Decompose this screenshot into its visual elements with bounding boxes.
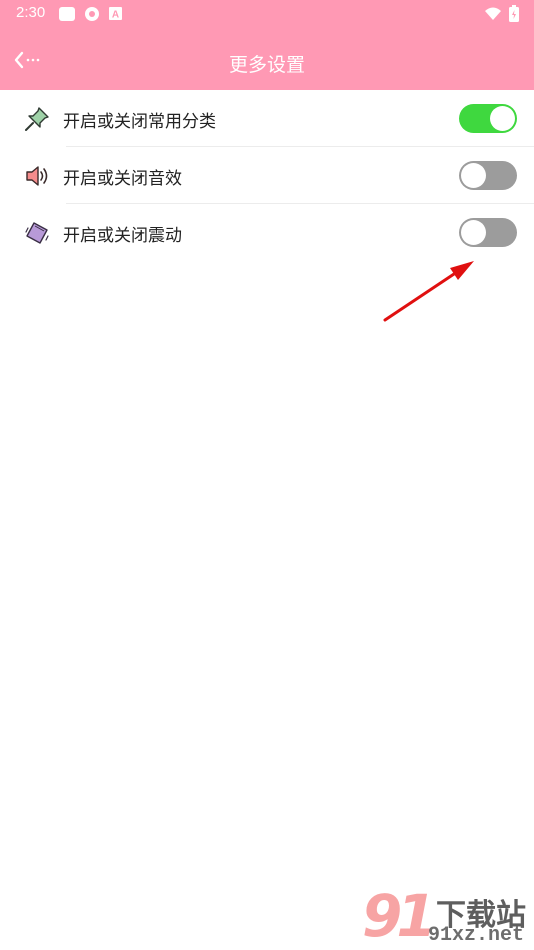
notification-square-icon: [59, 7, 75, 21]
toggle-knob: [490, 106, 515, 131]
page-title: 更多设置: [228, 54, 305, 76]
notification-a-icon: A: [109, 7, 122, 21]
status-time: 2:30: [16, 4, 46, 21]
setting-row-vibrate: 开启或关闭震动: [0, 204, 534, 261]
toggle-knob: [461, 220, 486, 245]
setting-row-sound: 开启或关闭音效: [0, 147, 534, 204]
annotation-arrow-icon: [383, 261, 474, 322]
setting-label: 开启或关闭音效: [63, 169, 182, 189]
toggle-common-category[interactable]: [459, 104, 517, 133]
phone-vibrate-icon: [25, 222, 49, 244]
speaker-icon: [26, 166, 48, 186]
watermark-logo: 91 下载站 91xz.net: [362, 882, 534, 950]
svg-text:A: A: [112, 10, 119, 21]
setting-label: 开启或关闭震动: [63, 226, 182, 246]
battery-icon: [509, 5, 519, 22]
settings-list: 开启或关闭常用分类 开启或关闭音效 开启或关闭震动: [0, 90, 534, 261]
toggle-sound[interactable]: [459, 161, 517, 190]
toggle-vibrate[interactable]: [459, 218, 517, 247]
app-bar: 更多设置: [0, 28, 534, 90]
watermark-domain: 91xz.net: [428, 924, 525, 947]
notification-gear-icon: [85, 7, 99, 21]
status-bar: 2:30 A: [0, 0, 534, 28]
watermark-number: 91: [362, 882, 437, 950]
toggle-knob: [461, 163, 486, 188]
wifi-icon: [485, 7, 501, 20]
setting-label: 开启或关闭常用分类: [63, 112, 216, 132]
status-right: [484, 5, 520, 23]
pin-icon: [25, 107, 49, 131]
setting-row-common-category: 开启或关闭常用分类: [0, 90, 534, 147]
header-region: 2:30 A 更多设置: [0, 0, 534, 90]
